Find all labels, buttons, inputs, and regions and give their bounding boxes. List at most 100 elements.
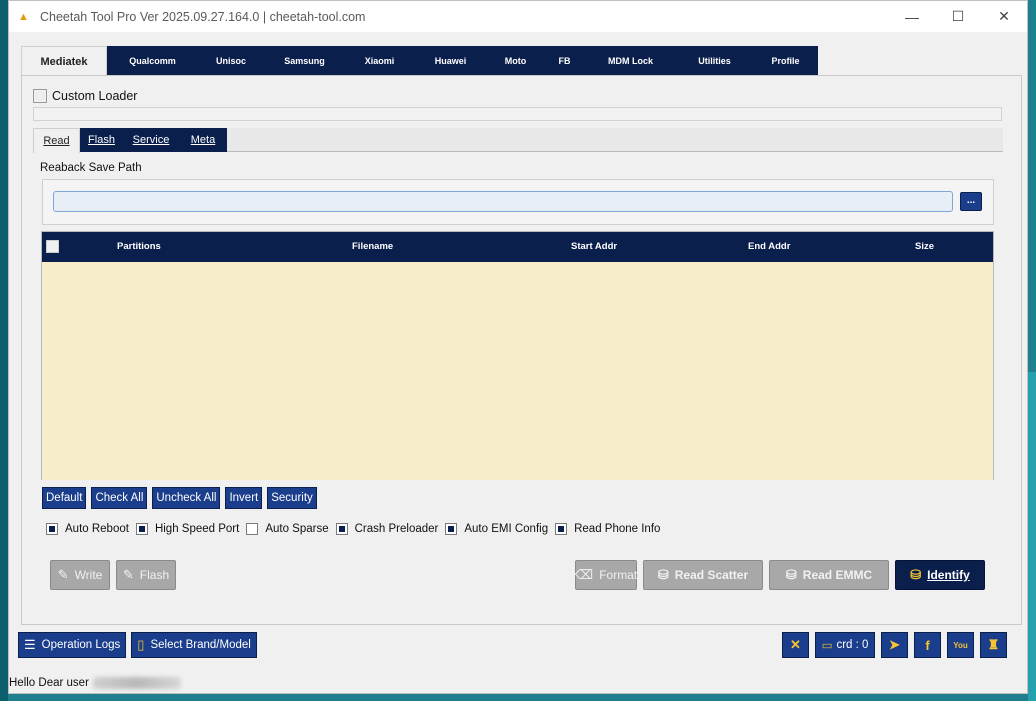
flash-button[interactable]: ✎ Flash xyxy=(116,560,176,590)
title-bar: ▲ Cheetah Tool Pro Ver 2025.09.27.164.0 … xyxy=(9,1,1027,32)
readback-path-input[interactable] xyxy=(53,191,953,212)
browse-button[interactable]: ... xyxy=(960,192,982,211)
column-start-addr[interactable]: Start Addr xyxy=(571,241,617,252)
desktop-background-left xyxy=(0,0,8,701)
tab-utilities[interactable]: Utilities xyxy=(676,46,753,75)
identify-label: Identify xyxy=(927,568,970,582)
identify-button[interactable]: ⛁ Identify xyxy=(895,560,985,590)
crash-preloader-label: Crash Preloader xyxy=(354,523,439,535)
tab-huawei[interactable]: Huawei xyxy=(414,46,487,75)
progress-bar xyxy=(33,107,1002,121)
flash-icon: ✎ xyxy=(122,567,134,582)
tab-profile[interactable]: Profile xyxy=(753,46,818,75)
auto-emi-config-checkbox[interactable] xyxy=(445,523,458,535)
read-phone-info-option[interactable]: Read Phone Info xyxy=(555,523,660,535)
read-emmc-label: Read EMMC xyxy=(802,568,873,582)
select-brand-model-label: Select Brand/Model xyxy=(150,639,251,651)
tab-unisoc[interactable]: Unisoc xyxy=(198,46,264,75)
cheetah-logo-icon: ▲ xyxy=(18,10,29,23)
credit-card-icon: ▭ xyxy=(821,640,833,652)
phone-icon: ▯ xyxy=(137,637,145,652)
tab-moto[interactable]: Moto xyxy=(487,46,544,75)
tab-read[interactable]: Read xyxy=(33,128,80,153)
select-brand-model-button[interactable]: ▯ Select Brand/Model xyxy=(131,632,257,658)
write-label: Write xyxy=(74,568,103,582)
format-button[interactable]: ⌫ Format xyxy=(575,560,637,590)
auto-reboot-label: Auto Reboot xyxy=(65,523,129,535)
uncheck-all-button[interactable]: Uncheck All xyxy=(152,487,221,509)
tab-qualcomm[interactable]: Qualcomm xyxy=(107,46,198,75)
check-all-button[interactable]: Check All xyxy=(91,487,148,509)
tab-flash[interactable]: Flash xyxy=(80,128,123,152)
custom-loader-checkbox[interactable]: Custom Loader xyxy=(33,89,137,103)
desktop-background-right xyxy=(1028,372,1036,701)
flash-label: Flash xyxy=(139,568,170,582)
tab-mdm-lock[interactable]: MDM Lock xyxy=(585,46,676,75)
user-support-icon[interactable]: ♜ xyxy=(980,632,1007,658)
tab-meta[interactable]: Meta xyxy=(179,128,227,152)
write-button[interactable]: ✎ Write xyxy=(50,560,110,590)
partition-table: Partitions Filename Start Addr End Addr … xyxy=(41,231,994,480)
auto-reboot-option[interactable]: Auto Reboot xyxy=(46,523,129,535)
high-speed-port-checkbox[interactable] xyxy=(135,523,148,535)
tab-mediatek[interactable]: Mediatek xyxy=(21,46,107,76)
default-button[interactable]: Default xyxy=(42,487,87,509)
high-speed-port-option[interactable]: High Speed Port xyxy=(135,523,240,535)
telegram-icon[interactable]: ➤ xyxy=(881,632,908,658)
tab-xiaomi[interactable]: Xiaomi xyxy=(345,46,414,75)
greeting-text: Hello Dear user xyxy=(9,677,89,689)
tab-service[interactable]: Service xyxy=(123,128,179,152)
operation-logs-button[interactable]: ☰ Operation Logs xyxy=(18,632,127,658)
window-title: Cheetah Tool Pro Ver 2025.09.27.164.0 | … xyxy=(40,9,366,24)
maximize-button[interactable]: ☐ xyxy=(935,1,981,32)
high-speed-port-label: High Speed Port xyxy=(154,523,240,535)
operation-logs-label: Operation Logs xyxy=(41,639,121,651)
table-button-row: Default Check All Uncheck All Invert Sec… xyxy=(42,487,317,509)
tab-fb[interactable]: FB xyxy=(544,46,585,75)
bottom-left-toolbar: ☰ Operation Logs ▯ Select Brand/Model xyxy=(18,632,257,658)
blurred-username xyxy=(92,677,181,689)
app-window: ▲ Cheetah Tool Pro Ver 2025.09.27.164.0 … xyxy=(8,0,1028,694)
invert-button[interactable]: Invert xyxy=(225,487,263,509)
operation-tab-bar: Read Flash Service Meta xyxy=(33,128,1003,153)
crash-preloader-option[interactable]: Crash Preloader xyxy=(335,523,439,535)
read-emmc-button[interactable]: ⛁ Read EMMC xyxy=(769,560,889,590)
bottom-right-toolbar: ✕ ▭ crd : 0 ➤ f You ♜ xyxy=(782,632,1007,658)
mediatek-panel: Custom Loader Read Flash Service Meta Re… xyxy=(21,75,1022,625)
database-icon: ⛁ xyxy=(657,567,669,582)
readback-path-label: Reaback Save Path xyxy=(40,162,142,174)
auto-sparse-option[interactable]: Auto Sparse xyxy=(246,523,329,535)
crash-preloader-checkbox[interactable] xyxy=(335,523,348,535)
tab-samsung[interactable]: Samsung xyxy=(264,46,345,75)
custom-loader-label: Custom Loader xyxy=(52,89,138,103)
table-body[interactable] xyxy=(42,262,993,480)
write-icon: ✎ xyxy=(57,567,69,582)
column-end-addr[interactable]: End Addr xyxy=(748,241,790,252)
youtube-icon[interactable]: You xyxy=(947,632,974,658)
tools-icon[interactable]: ✕ xyxy=(782,632,809,658)
security-button[interactable]: Security xyxy=(267,487,317,509)
minimize-button[interactable]: — xyxy=(889,1,935,32)
read-phone-info-checkbox[interactable] xyxy=(555,523,568,535)
read-phone-info-label: Read Phone Info xyxy=(574,523,661,535)
table-header: Partitions Filename Start Addr End Addr … xyxy=(42,232,993,262)
read-scatter-label: Read Scatter xyxy=(674,568,749,582)
auto-sparse-label: Auto Sparse xyxy=(265,523,329,535)
custom-loader-box[interactable] xyxy=(33,89,47,103)
column-partitions[interactable]: Partitions xyxy=(117,241,161,252)
brand-tab-bar: Mediatek Qualcomm Unisoc Samsung Xiaomi … xyxy=(21,46,818,76)
auto-sparse-checkbox[interactable] xyxy=(246,523,259,535)
read-scatter-button[interactable]: ⛁ Read Scatter xyxy=(643,560,763,590)
database-icon: ⛁ xyxy=(785,567,797,582)
column-size[interactable]: Size xyxy=(915,241,934,252)
column-filename[interactable]: Filename xyxy=(352,241,393,252)
options-row: Auto Reboot High Speed Port Auto Sparse … xyxy=(46,523,667,535)
credits-button[interactable]: ▭ crd : 0 xyxy=(815,632,875,658)
close-button[interactable]: ✕ xyxy=(981,1,1027,32)
credits-label: crd : 0 xyxy=(836,639,869,651)
auto-emi-config-option[interactable]: Auto EMI Config xyxy=(445,523,548,535)
facebook-icon[interactable]: f xyxy=(914,632,941,658)
list-icon: ☰ xyxy=(24,637,36,652)
select-all-checkbox[interactable] xyxy=(46,240,59,253)
auto-reboot-checkbox[interactable] xyxy=(46,523,58,535)
